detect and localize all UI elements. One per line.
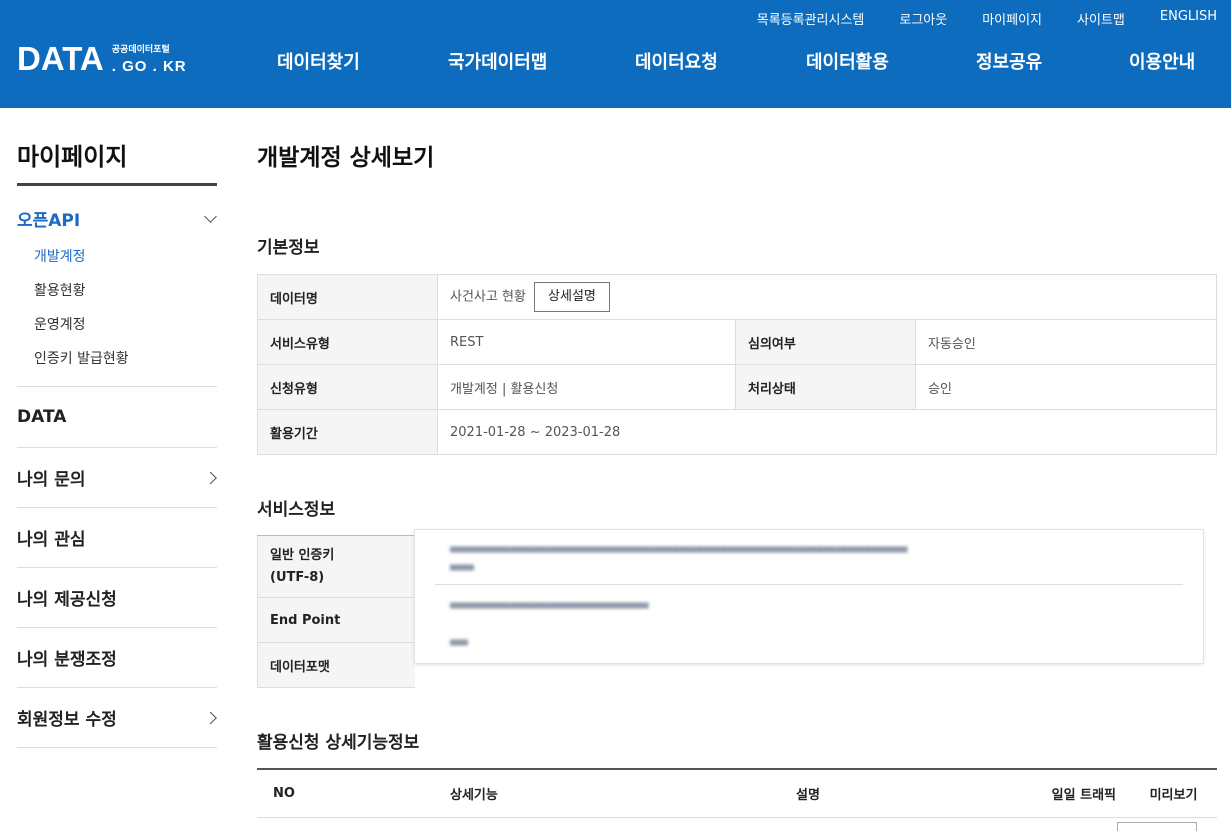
sidebar-title: 마이페이지 — [17, 143, 128, 171]
auth-key-label-line2: (UTF-8) — [270, 569, 325, 585]
preview-button[interactable] — [1117, 822, 1197, 831]
util-link-logout[interactable]: 로그아웃 — [899, 9, 947, 28]
col-traffic: 일일 트래픽 — [964, 769, 1130, 818]
detail-description-button[interactable]: 상세설명 — [534, 282, 610, 312]
period-value: 2021-01-28 ~ 2023-01-28 — [437, 409, 1217, 455]
data-name-value: 사건사고 현황 — [450, 289, 526, 305]
period-label: 활용기간 — [257, 409, 438, 455]
auth-key-blurred-tail: ■■■■ — [450, 562, 475, 573]
sidebar-item-edit-profile[interactable]: 회원정보 수정 — [17, 688, 217, 748]
util-link-english[interactable]: ENGLISH — [1160, 9, 1217, 28]
sidebar-item-label: 나의 제공신청 — [17, 590, 117, 610]
col-function: 상세기능 — [434, 769, 764, 818]
site-header: 목록등록관리시스템 로그아웃 마이페이지 사이트맵 ENGLISH DATA 공… — [0, 0, 1231, 108]
review-label: 심의여부 — [735, 319, 916, 365]
table-row: 활용기간 2021-01-28 ~ 2023-01-28 — [257, 409, 1217, 455]
util-link-mypage[interactable]: 마이페이지 — [982, 9, 1042, 28]
data-name-cell: 사건사고 현황 상세설명 — [437, 274, 1217, 320]
apply-type-value: 개발계정 | 활용신청 — [437, 364, 736, 410]
nav-data-request[interactable]: 데이터요청 — [635, 48, 718, 74]
nav-data-usage[interactable]: 데이터활용 — [806, 48, 889, 74]
apply-type-label: 신청유형 — [257, 364, 438, 410]
sidebar-item-label: 나의 문의 — [17, 470, 86, 490]
col-preview: 미리보기 — [1130, 769, 1217, 818]
submenu-usage-status[interactable]: 활용현황 — [34, 281, 129, 315]
sidebar-item-label: DATA — [17, 407, 67, 427]
sidebar-item-my-dispute[interactable]: 나의 분쟁조정 — [17, 628, 217, 688]
sidebar-item-my-inquiry[interactable]: 나의 문의 — [17, 448, 217, 508]
sidebar-openapi-label[interactable]: 오픈API — [17, 206, 80, 231]
submenu-dev-account[interactable]: 개발계정 — [34, 247, 129, 281]
data-name-label: 데이터명 — [257, 274, 438, 320]
sidebar-item-my-interest[interactable]: 나의 관심 — [17, 508, 217, 568]
service-info-labels: 일반 인증키 (UTF-8) End Point 데이터포맷 — [257, 535, 415, 688]
sidebar-item-my-provision[interactable]: 나의 제공신청 — [17, 568, 217, 628]
page-title: 개발계정 상세보기 — [257, 145, 435, 171]
auth-key-label-line1: 일반 인증키 — [270, 547, 335, 563]
divider — [435, 584, 1183, 585]
chevron-down-icon[interactable] — [204, 210, 217, 223]
sidebar-menu: 오픈API 개발계정 활용현황 운영계정 인증키 발급현황 DATA 나의 문의… — [17, 186, 217, 748]
sidebar-item-label: 나의 관심 — [17, 530, 86, 550]
section-title-basic: 기본정보 — [257, 238, 320, 258]
nav-find-data[interactable]: 데이터찾기 — [277, 48, 360, 74]
table-header-row: NO 상세기능 설명 일일 트래픽 미리보기 — [257, 769, 1217, 818]
table-row: 서비스유형 REST 심의여부 자동승인 — [257, 319, 1217, 365]
nav-info-share[interactable]: 정보공유 — [976, 48, 1042, 74]
auth-key-blurred: ■■■■■■■■■■■■■■■■■■■■■■■■■■■■■■■■■■■■■■■■… — [450, 544, 908, 555]
service-type-value: REST — [437, 319, 736, 365]
basic-info-table: 데이터명 사건사고 현황 상세설명 서비스유형 REST 심의여부 자동승인 신… — [257, 274, 1217, 455]
data-format-label: 데이터포맷 — [257, 643, 415, 688]
openapi-submenu: 개발계정 활용현황 운영계정 인증키 발급현황 — [34, 247, 129, 383]
table-row: 신청유형 개발계정 | 활용신청 처리상태 승인 — [257, 364, 1217, 410]
func-info-table: NO 상세기능 설명 일일 트래픽 미리보기 — [257, 768, 1217, 818]
service-info-popup: ■■■■■■■■■■■■■■■■■■■■■■■■■■■■■■■■■■■■■■■■… — [415, 530, 1203, 663]
section-title-service: 서비스정보 — [257, 500, 336, 520]
sidebar-item-label: 나의 분쟁조정 — [17, 650, 117, 670]
main-nav: 데이터찾기 국가데이터맵 데이터요청 데이터활용 정보공유 이용안내 — [0, 48, 1231, 74]
chevron-right-icon — [204, 711, 217, 724]
nav-national-data-map[interactable]: 국가데이터맵 — [448, 48, 547, 74]
endpoint-blurred: ■■■■■■■■■■■■■■■■■■■■■■■■■■■■■■■■■ — [450, 600, 649, 611]
section-title-func: 활용신청 상세기능정보 — [257, 733, 420, 753]
submenu-key-issue-status[interactable]: 인증키 발급현황 — [34, 349, 129, 383]
submenu-op-account[interactable]: 운영계정 — [34, 315, 129, 349]
chevron-right-icon — [204, 471, 217, 484]
sidebar-item-data[interactable]: DATA — [17, 387, 217, 448]
utility-nav: 목록등록관리시스템 로그아웃 마이페이지 사이트맵 ENGLISH — [722, 9, 1217, 28]
status-label: 처리상태 — [735, 364, 916, 410]
col-description: 설명 — [764, 769, 964, 818]
sidebar-item-label: 회원정보 수정 — [17, 710, 117, 730]
data-format-blurred: ■■■ — [450, 637, 469, 648]
col-no: NO — [257, 769, 434, 818]
util-link-sitemap[interactable]: 사이트맵 — [1077, 9, 1125, 28]
table-row: 데이터명 사건사고 현황 상세설명 — [257, 274, 1217, 320]
auth-key-label: 일반 인증키 (UTF-8) — [257, 536, 415, 598]
endpoint-label: End Point — [257, 598, 415, 643]
nav-guide[interactable]: 이용안내 — [1129, 48, 1195, 74]
sidebar-item-openapi: 오픈API 개발계정 활용현황 운영계정 인증키 발급현황 — [17, 186, 217, 387]
util-link-catalog[interactable]: 목록등록관리시스템 — [757, 9, 865, 28]
status-value: 승인 — [915, 364, 1217, 410]
review-value: 자동승인 — [915, 319, 1217, 365]
service-type-label: 서비스유형 — [257, 319, 438, 365]
